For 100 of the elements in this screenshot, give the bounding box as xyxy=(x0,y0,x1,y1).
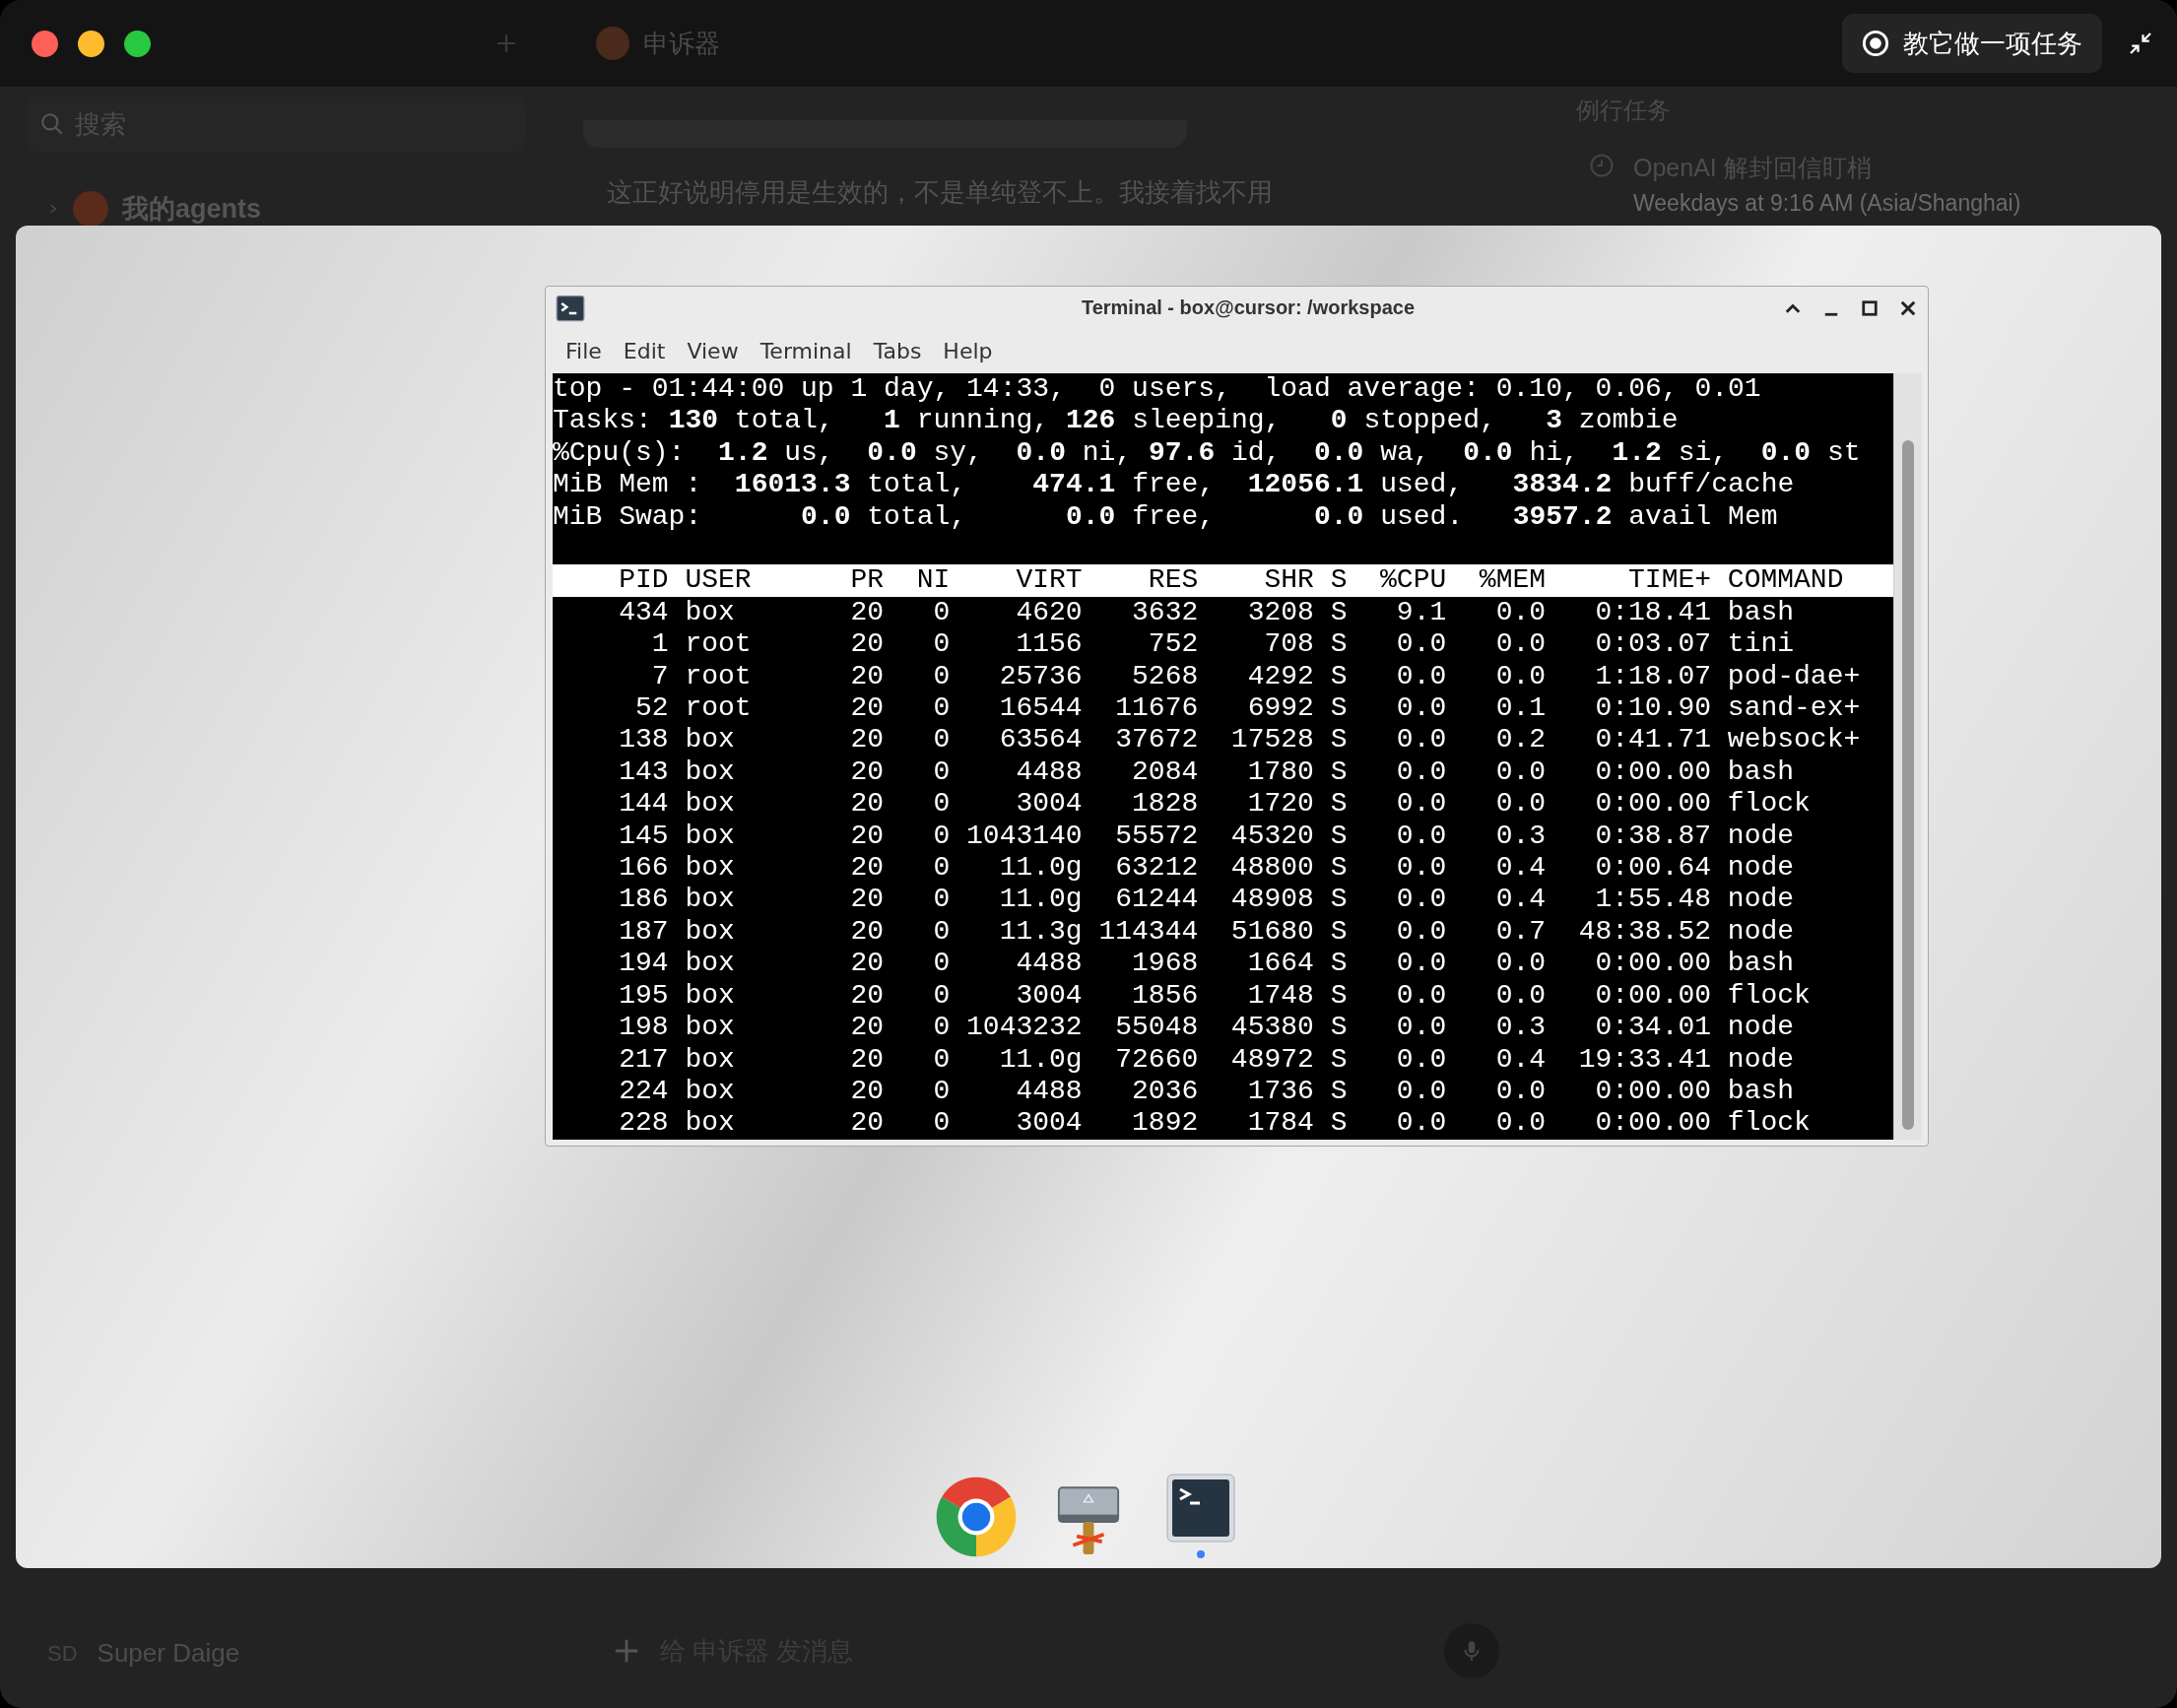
table-cell-text: 0 xyxy=(932,596,951,629)
table-cell-text: 0.0 xyxy=(1395,628,1447,661)
table-cell-text: 20 xyxy=(849,596,885,629)
table-cell-text: 0.0 xyxy=(1494,660,1547,693)
table-cell-text: pod-dae+ xyxy=(1727,660,1862,693)
menu-item[interactable]: Edit xyxy=(613,335,676,367)
table-cell-text: 0.0 xyxy=(1395,884,1447,916)
table-cell-text: 0 xyxy=(932,915,951,949)
table-cell-text: 0:00.00 xyxy=(1594,948,1712,980)
table-cell-text: 0 xyxy=(932,755,951,789)
column-header: VIRT xyxy=(1015,564,1083,597)
table-cell-text: 0.1 xyxy=(1494,692,1547,725)
table-cell-text: 0 xyxy=(932,660,951,693)
table-cell-text: 37672 xyxy=(1114,724,1199,756)
table-cell-text: 20 xyxy=(849,755,885,789)
column-header: SHR xyxy=(1263,564,1314,597)
table-cell-text: 45320 xyxy=(1229,820,1314,853)
table-cell-text: 0.0 xyxy=(1395,1012,1447,1044)
table-cell: 114344 xyxy=(1098,915,1199,949)
table-cell-text: node xyxy=(1727,852,1796,885)
table-cell-text: 0:41.71 xyxy=(1594,724,1712,756)
terminal-line: top - 01:44:00 up 1 day, 14:33, 0 users, load average: 0.10, 0.06, 0.01 xyxy=(553,373,1762,406)
table-cell-text: box xyxy=(685,1043,736,1076)
minimize-light[interactable] xyxy=(78,30,104,57)
close-light[interactable] xyxy=(32,30,58,57)
table-cell-text: 0.0 xyxy=(1494,1107,1547,1140)
table-cell-text: 20 xyxy=(849,692,885,725)
table-cell-text: 5268 xyxy=(1131,660,1199,693)
table-cell-text: box xyxy=(685,755,736,789)
table-cell-text: flock xyxy=(1727,979,1812,1013)
table-cell-text: 217 xyxy=(618,1043,669,1076)
table-cell-text: node xyxy=(1727,915,1796,949)
table-cell-text: 194 xyxy=(618,948,669,980)
table-cell-text: 0.3 xyxy=(1494,1012,1547,1044)
table-cell-text: 3004 xyxy=(1015,979,1083,1013)
table-cell: S xyxy=(1330,628,1348,661)
table-cell-text: 0.0 xyxy=(1395,820,1447,853)
table-cell-text: 20 xyxy=(849,948,885,980)
table-cell-text: 48972 xyxy=(1229,1043,1314,1076)
table-cell-text: 145 xyxy=(618,820,669,853)
table-cell-text: 20 xyxy=(849,660,885,693)
scroll-thumb[interactable] xyxy=(1902,440,1914,1130)
table-cell-text: node xyxy=(1727,1012,1796,1044)
color-wheel-icon[interactable] xyxy=(935,1476,1018,1558)
menu-item[interactable]: Tabs xyxy=(863,335,932,367)
table-cell-text: 6992 xyxy=(1246,692,1314,725)
table-cell: S xyxy=(1330,755,1348,789)
table-cell-text: 3632 xyxy=(1131,596,1199,629)
table-cell-text: 72660 xyxy=(1114,1043,1199,1076)
table-cell-text: 1 xyxy=(650,628,669,661)
table-cell-text: 0.3 xyxy=(1494,820,1547,853)
table-cell: S xyxy=(1330,884,1348,916)
column-header: %CPU xyxy=(1379,564,1447,597)
table-cell-text: 0.4 xyxy=(1494,852,1547,885)
table-cell-text: 708 xyxy=(1263,628,1314,661)
column-header: PR xyxy=(849,564,885,597)
table-cell-text: 0.7 xyxy=(1494,915,1547,949)
table-cell-text: 0.0 xyxy=(1494,979,1547,1013)
teach-task-button[interactable]: 教它做一项任务 xyxy=(1842,14,2102,73)
menu-item[interactable]: Help xyxy=(933,335,1003,367)
table-cell-text: node xyxy=(1727,884,1796,916)
table-cell-text: 0 xyxy=(932,724,951,756)
table-cell-text: 63212 xyxy=(1114,852,1199,885)
table-cell-text: 4620 xyxy=(1015,596,1083,629)
table-cell-text: root xyxy=(685,692,753,725)
table-cell-text: 20 xyxy=(849,788,885,821)
table-cell-text: 1720 xyxy=(1246,788,1314,821)
table-cell-text: 11.0g xyxy=(998,1043,1083,1076)
table-cell-text: 1156 xyxy=(1015,628,1083,661)
table-cell-text: 0.0 xyxy=(1494,628,1547,661)
table-cell-text: 3004 xyxy=(1015,788,1083,821)
table-cell: S xyxy=(1330,660,1348,693)
table-cell-text: box xyxy=(685,979,736,1013)
table-cell-text: 0.4 xyxy=(1494,1043,1547,1076)
table-cell-text: 186 xyxy=(618,884,669,916)
table-cell-text: 1748 xyxy=(1246,979,1314,1013)
column-header: S xyxy=(1330,564,1348,597)
table-cell-text: 1968 xyxy=(1131,948,1199,980)
agent-avatar xyxy=(73,191,108,227)
terminal-icon[interactable] xyxy=(1166,1474,1235,1543)
menu-item[interactable]: Terminal xyxy=(750,335,862,367)
menu-item[interactable]: View xyxy=(677,335,749,367)
table-cell-text: 1892 xyxy=(1131,1107,1199,1140)
table-cell-text: bash xyxy=(1727,755,1796,789)
zoom-light[interactable] xyxy=(124,30,151,57)
table-cell-text: 0:00.64 xyxy=(1594,852,1712,885)
scrollbar[interactable] xyxy=(1893,373,1922,1140)
column-header: TIME+ xyxy=(1627,564,1712,597)
table-cell-text: 0.0 xyxy=(1395,1043,1447,1076)
maximize-icon[interactable] xyxy=(1860,297,1880,318)
table-cell-text: node xyxy=(1727,820,1796,853)
table-cell-text: 20 xyxy=(849,628,885,661)
table-cell: 1043232 xyxy=(966,1012,1083,1044)
table-cell-text: 11.0g xyxy=(998,884,1083,916)
table-cell-text: 11676 xyxy=(1114,692,1199,725)
menu-item[interactable]: File xyxy=(556,335,612,367)
table-cell-text: 0:34.01 xyxy=(1594,1012,1712,1044)
table-cell-text: 0 xyxy=(932,788,951,821)
table-cell-text: 20 xyxy=(849,820,885,853)
table-cell-text: 25736 xyxy=(998,660,1083,693)
